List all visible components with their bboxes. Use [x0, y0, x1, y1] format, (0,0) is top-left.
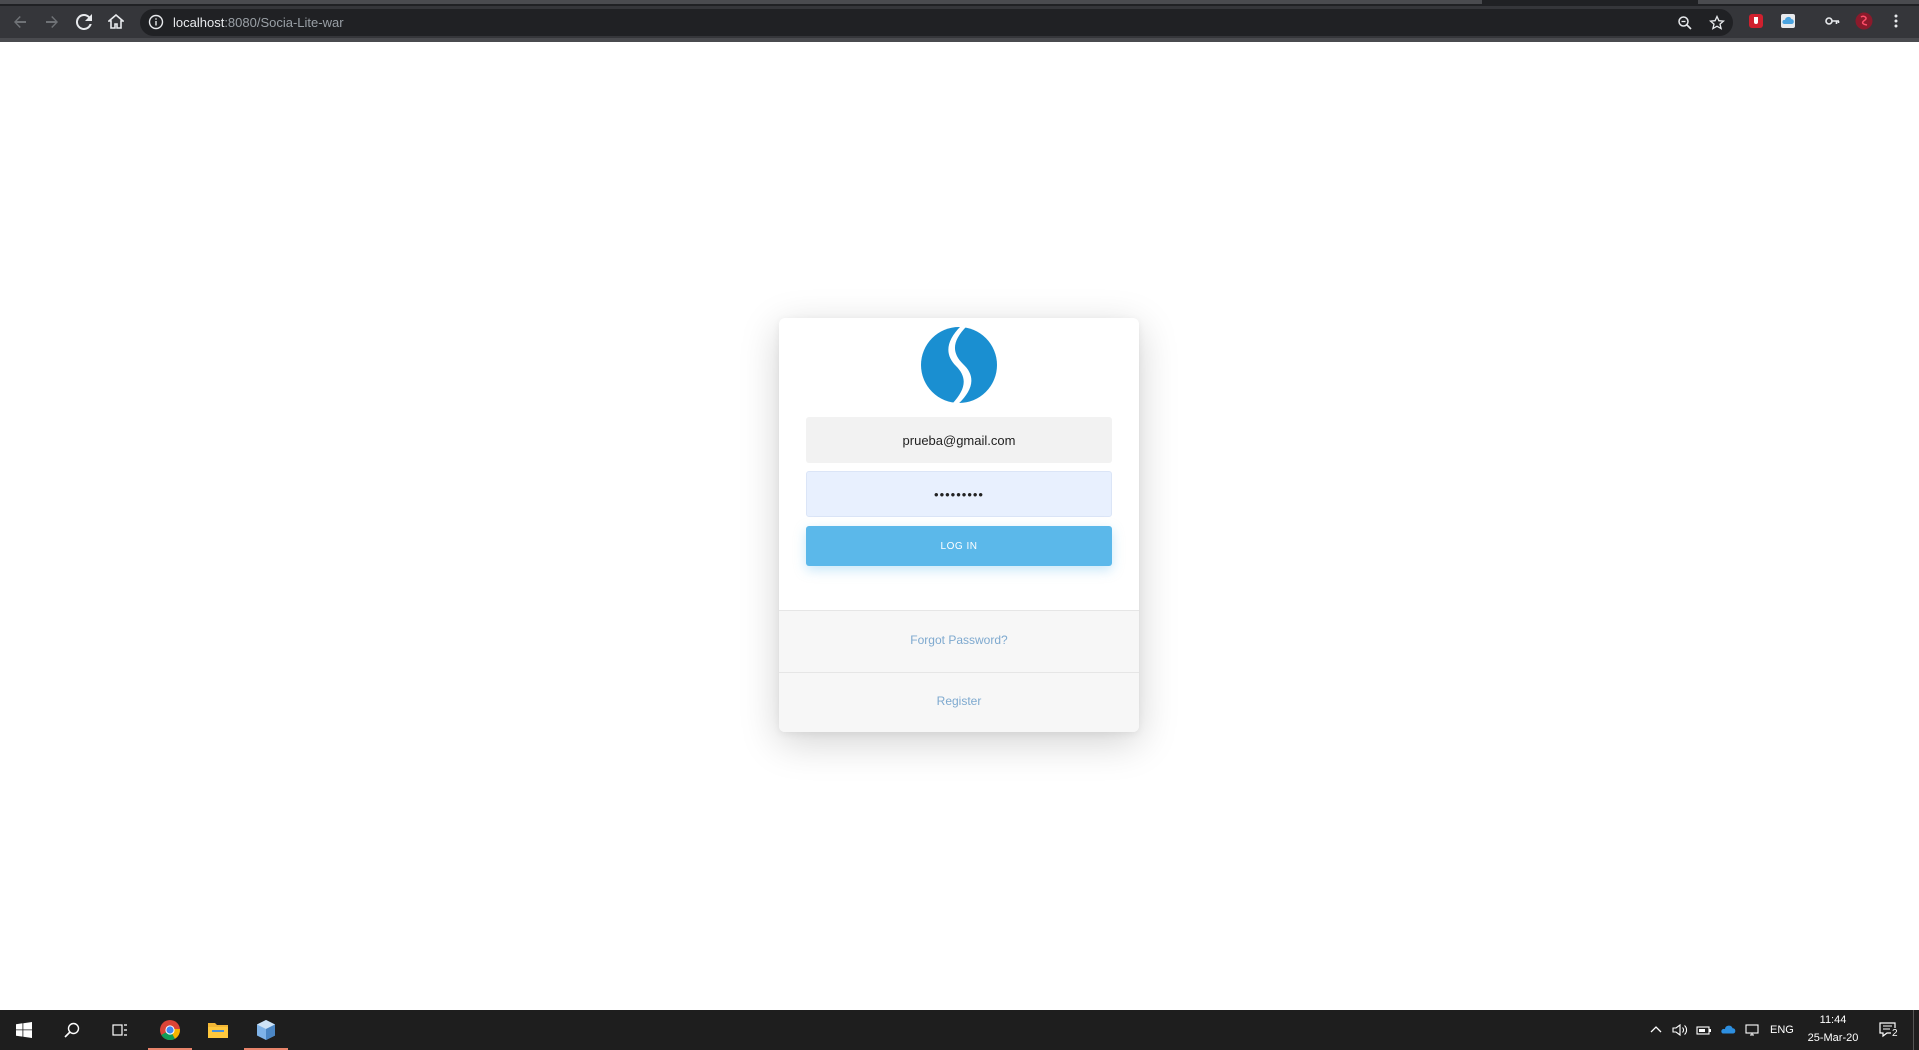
windows-taskbar: ENG 11:44 25-Mar-20 2 [0, 1010, 1919, 1050]
extension-red-icon[interactable] [1746, 11, 1766, 31]
search-button[interactable] [48, 1010, 96, 1050]
tab-strip-bar-right [1698, 0, 1919, 4]
back-button[interactable] [8, 10, 32, 34]
onedrive-cloud-icon[interactable] [1720, 1022, 1736, 1038]
url-host: localhost [173, 15, 225, 30]
language-indicator[interactable]: ENG [1770, 1024, 1794, 1036]
reload-icon [76, 14, 92, 30]
start-button[interactable] [0, 1010, 48, 1050]
taskbar-app-cube[interactable] [242, 1010, 290, 1050]
back-arrow-icon [14, 16, 26, 28]
info-icon[interactable] [148, 14, 164, 35]
reload-button[interactable] [72, 10, 96, 34]
page-content: LOG IN Forgot Password? Register [0, 42, 1919, 1010]
cube-app-icon [257, 1020, 275, 1040]
card-footer: Forgot Password? Register [779, 610, 1139, 732]
search-icon [64, 1022, 80, 1038]
volume-icon[interactable] [1672, 1022, 1688, 1038]
taskbar-file-explorer[interactable] [194, 1010, 242, 1050]
extension-cloud-icon[interactable] [1778, 11, 1798, 31]
login-button[interactable]: LOG IN [806, 526, 1112, 566]
clock-date[interactable]: 25-Mar-20 [1800, 1032, 1866, 1044]
show-desktop-button[interactable] [1913, 1010, 1914, 1050]
login-card: LOG IN Forgot Password? Register [779, 318, 1139, 732]
key-icon[interactable] [1822, 11, 1842, 31]
register-link[interactable]: Register [779, 694, 1139, 708]
email-input[interactable] [806, 417, 1112, 463]
bookmark-star-icon[interactable] [1708, 14, 1726, 36]
password-input[interactable] [806, 471, 1112, 517]
notifications-button[interactable]: 2 [1878, 1020, 1900, 1040]
network-icon[interactable] [1744, 1022, 1760, 1038]
address-bar[interactable]: localhost:8080/Socia-Lite-war [140, 9, 1733, 36]
show-hidden-icons-chevron-icon[interactable] [1648, 1022, 1664, 1038]
notification-count: 2 [1891, 1028, 1899, 1039]
home-button[interactable] [104, 10, 128, 34]
clock-time[interactable]: 11:44 [1805, 1014, 1861, 1026]
battery-icon[interactable] [1696, 1022, 1712, 1038]
socialite-logo [921, 326, 997, 404]
folder-icon [208, 1023, 228, 1038]
url-path: :8080/Socia-Lite-war [224, 15, 344, 30]
taskbar-chrome[interactable] [146, 1010, 194, 1050]
zoom-icon[interactable] [1677, 15, 1693, 36]
task-view-button[interactable] [96, 1010, 144, 1050]
chrome-icon [160, 1020, 180, 1041]
url-text: localhost:8080/Socia-Lite-war [173, 15, 344, 30]
forward-button[interactable] [40, 10, 64, 34]
profile-avatar-icon[interactable] [1854, 11, 1874, 31]
task-view-icon [112, 1024, 127, 1036]
tab-strip-bar [0, 0, 1482, 4]
forgot-password-link[interactable]: Forgot Password? [779, 633, 1139, 647]
forward-arrow-icon [46, 16, 58, 28]
footer-divider [779, 672, 1139, 673]
menu-dots-icon[interactable] [1886, 11, 1906, 31]
windows-logo-icon [16, 1022, 32, 1038]
home-icon [108, 14, 124, 29]
tab-strip [0, 0, 1919, 6]
browser-toolbar: localhost:8080/Socia-Lite-war [0, 0, 1919, 42]
